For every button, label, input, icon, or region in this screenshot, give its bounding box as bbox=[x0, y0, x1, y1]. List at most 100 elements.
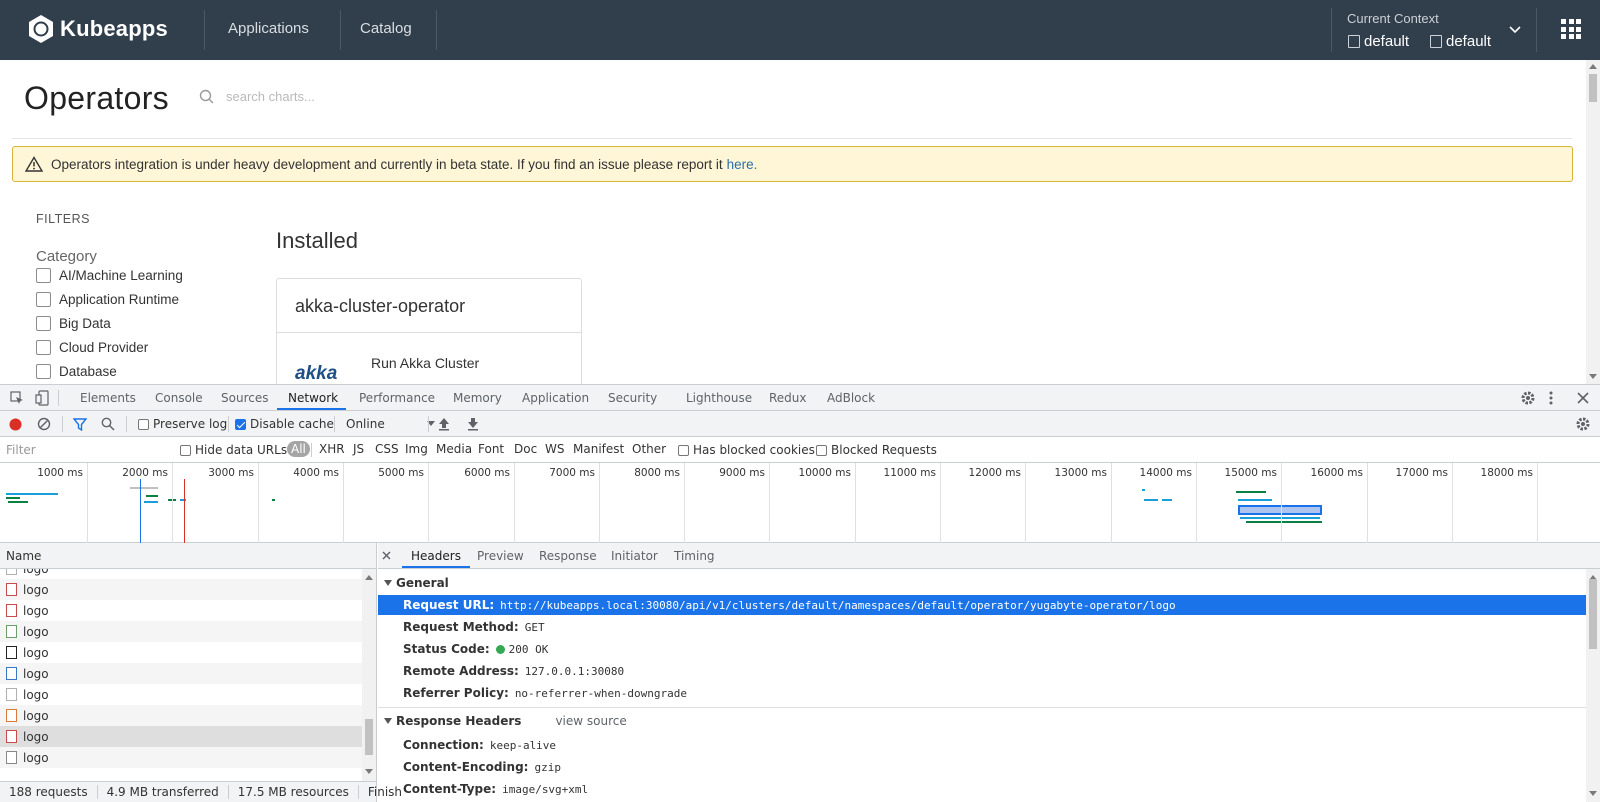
network-timeline-overview[interactable]: 1000 ms 2000 ms 3000 ms 4000 ms 5000 ms 6000 … bbox=[0, 463, 1600, 543]
type-filter-other[interactable]: Other bbox=[632, 442, 666, 456]
type-filter-font[interactable]: Font bbox=[478, 442, 504, 456]
header-row-status-code[interactable]: Status Code: 200 OK bbox=[378, 639, 1586, 659]
chevron-down-icon[interactable] bbox=[1508, 22, 1522, 36]
gear-icon[interactable] bbox=[1520, 390, 1536, 406]
checkbox[interactable] bbox=[180, 444, 191, 456]
hide-data-urls-checkbox[interactable]: Hide data URLs bbox=[180, 443, 287, 457]
search-icon[interactable] bbox=[101, 417, 115, 431]
scroll-down-arrow-icon[interactable] bbox=[1589, 791, 1597, 796]
request-row[interactable]: logo bbox=[0, 642, 362, 663]
page-scrollbar[interactable] bbox=[1586, 60, 1600, 384]
header-row-content-type[interactable]: Content-Type: image/svg+xml bbox=[378, 779, 1586, 799]
type-filter-xhr[interactable]: XHR bbox=[319, 442, 345, 456]
tab-initiator[interactable]: Initiator bbox=[611, 549, 658, 563]
tab-security[interactable]: Security bbox=[608, 391, 657, 405]
tab-lighthouse[interactable]: Lighthouse bbox=[686, 391, 752, 405]
record-icon[interactable] bbox=[9, 418, 22, 431]
search-input[interactable] bbox=[226, 84, 526, 108]
header-row-request-method[interactable]: Request Method: GET bbox=[378, 617, 1586, 637]
category-filter[interactable]: Cloud Provider bbox=[36, 340, 148, 355]
request-list[interactable]: logo logo logo logo logo logo logo logo logo logo bbox=[0, 569, 362, 781]
header-row-request-url[interactable]: Request URL: http://kubeapps.local:30080/… bbox=[378, 595, 1586, 615]
category-filter[interactable]: Database bbox=[36, 364, 117, 379]
report-issue-link[interactable]: here. bbox=[727, 157, 758, 172]
tab-preview[interactable]: Preview bbox=[477, 549, 524, 563]
type-filter-media[interactable]: Media bbox=[436, 442, 472, 456]
nav-catalog[interactable]: Catalog bbox=[360, 20, 412, 37]
checkbox[interactable] bbox=[36, 364, 51, 379]
device-toolbar-icon[interactable] bbox=[35, 390, 49, 406]
request-row[interactable]: logo bbox=[0, 569, 362, 579]
has-blocked-cookies-checkbox[interactable]: Has blocked cookies bbox=[678, 443, 815, 457]
scroll-thumb[interactable] bbox=[365, 719, 373, 755]
checkbox[interactable] bbox=[235, 418, 246, 430]
category-filter[interactable]: Big Data bbox=[36, 316, 111, 331]
details-scrollbar[interactable] bbox=[1586, 569, 1600, 802]
tab-network[interactable]: Network bbox=[288, 391, 338, 405]
tab-memory[interactable]: Memory bbox=[453, 391, 502, 405]
tab-redux[interactable]: Redux bbox=[769, 391, 807, 405]
scroll-thumb[interactable] bbox=[1589, 74, 1597, 102]
type-filter-doc[interactable]: Doc bbox=[514, 442, 537, 456]
checkbox[interactable] bbox=[36, 340, 51, 355]
header-row-content-encoding[interactable]: Content-Encoding: gzip bbox=[378, 757, 1586, 777]
header-row-referrer-policy[interactable]: Referrer Policy: no-referrer-when-downgra… bbox=[378, 683, 1586, 703]
tab-performance[interactable]: Performance bbox=[359, 391, 435, 405]
request-row[interactable]: logo bbox=[0, 705, 362, 726]
request-row[interactable]: logo bbox=[0, 579, 362, 600]
request-row[interactable]: logo bbox=[0, 621, 362, 642]
scroll-down-arrow-icon[interactable] bbox=[1589, 374, 1597, 379]
tab-application[interactable]: Application bbox=[522, 391, 589, 405]
tab-response[interactable]: Response bbox=[539, 549, 597, 563]
view-source-link[interactable]: view source bbox=[555, 714, 626, 728]
import-har-icon[interactable] bbox=[438, 417, 450, 431]
blocked-requests-checkbox[interactable]: Blocked Requests bbox=[816, 443, 937, 457]
checkbox[interactable] bbox=[138, 418, 149, 430]
checkbox[interactable] bbox=[36, 292, 51, 307]
operator-card[interactable]: akka-cluster-operator akka Run Akka Clus… bbox=[276, 278, 582, 384]
scroll-up-arrow-icon[interactable] bbox=[1589, 64, 1597, 69]
more-options-icon[interactable] bbox=[1548, 390, 1554, 406]
nav-applications[interactable]: Applications bbox=[228, 20, 309, 37]
request-row[interactable]: logo bbox=[0, 747, 362, 768]
tab-headers[interactable]: Headers bbox=[411, 549, 461, 563]
checkbox[interactable] bbox=[816, 444, 827, 456]
request-row[interactable]: logo bbox=[0, 684, 362, 705]
request-row[interactable]: logo bbox=[0, 726, 362, 747]
type-filter-manifest[interactable]: Manifest bbox=[573, 442, 624, 456]
header-row-connection[interactable]: Connection: keep-alive bbox=[378, 735, 1586, 755]
throttle-select[interactable]: Online bbox=[346, 417, 435, 431]
category-filter[interactable]: Application Runtime bbox=[36, 292, 179, 307]
close-icon[interactable] bbox=[1577, 390, 1589, 406]
header-row-remote-address[interactable]: Remote Address: 127.0.0.1:30080 bbox=[378, 661, 1586, 681]
inspect-element-icon[interactable] bbox=[10, 391, 24, 405]
network-settings-gear-icon[interactable] bbox=[1575, 416, 1591, 432]
scroll-down-arrow-icon[interactable] bbox=[365, 769, 373, 774]
checkbox[interactable] bbox=[36, 316, 51, 331]
clear-icon[interactable] bbox=[37, 417, 51, 431]
export-har-icon[interactable] bbox=[467, 417, 479, 431]
tab-adblock[interactable]: AdBlock bbox=[827, 391, 875, 405]
type-filter-ws[interactable]: WS bbox=[545, 442, 564, 456]
checkbox[interactable] bbox=[36, 268, 51, 283]
category-filter[interactable]: AI/Machine Learning bbox=[36, 268, 183, 283]
tab-sources[interactable]: Sources bbox=[221, 391, 268, 405]
request-row[interactable]: logo bbox=[0, 600, 362, 621]
type-filter-js[interactable]: JS bbox=[353, 442, 364, 456]
general-section-toggle[interactable]: General bbox=[384, 576, 449, 590]
context-cluster[interactable]: default bbox=[1348, 33, 1409, 50]
apps-grid-icon[interactable] bbox=[1561, 19, 1581, 39]
tab-elements[interactable]: Elements bbox=[80, 391, 136, 405]
context-namespace[interactable]: default bbox=[1430, 33, 1491, 50]
request-row[interactable]: logo bbox=[0, 663, 362, 684]
name-column-header[interactable]: Name bbox=[0, 543, 376, 569]
tab-console[interactable]: Console bbox=[155, 391, 203, 405]
filter-icon[interactable] bbox=[73, 418, 87, 431]
brand[interactable]: Kubeapps bbox=[28, 14, 168, 44]
type-filter-all[interactable]: All bbox=[287, 441, 310, 457]
tab-timing[interactable]: Timing bbox=[674, 549, 715, 563]
filter-input[interactable] bbox=[0, 439, 168, 460]
scroll-thumb[interactable] bbox=[1589, 579, 1597, 649]
checkbox[interactable] bbox=[678, 444, 689, 456]
type-filter-css[interactable]: CSS bbox=[375, 442, 399, 456]
